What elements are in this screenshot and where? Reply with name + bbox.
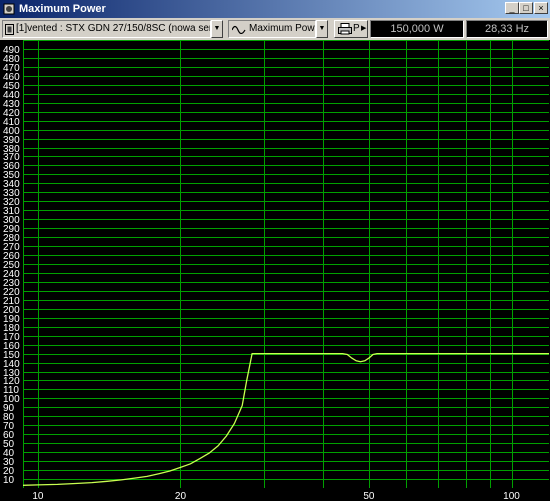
maximize-icon: □ [523, 3, 529, 13]
graph-type-value: Maximum Power [249, 23, 315, 34]
driver-dropdown-button[interactable]: ▼ [211, 20, 223, 38]
chevron-down-icon: ▼ [213, 25, 221, 32]
minimize-icon: _ [509, 3, 515, 13]
power-readout: 150,000 W [370, 20, 464, 38]
maximum-power-chart: 1020304050607080901001101201301401501601… [3, 40, 549, 501]
sine-wave-icon [232, 25, 246, 34]
window-title: Maximum Power [19, 3, 106, 15]
driver-select[interactable]: [1]vented : STX GDN 27/150/8SC (nowa ser… [2, 20, 211, 38]
x-tick-label: 100 [503, 491, 520, 501]
printer-icon [338, 23, 352, 35]
speaker-icon [3, 3, 15, 15]
chevron-right-icon: ▶ [361, 25, 367, 32]
frequency-readout: 28,33 Hz [466, 20, 548, 38]
maximum-power-window: Maximum Power _ □ × [1]vented : STX GDN … [0, 0, 550, 501]
print-label: P [353, 23, 360, 34]
plot-area[interactable]: 10 20 30 40 50 60 70 80 90 100 110 120 130 140 150 160 1… [0, 40, 550, 501]
driver-select-value: [1]vented : STX GDN 27/150/8SC (nowa ser… [16, 23, 211, 34]
graph-type-select[interactable]: Maximum Power [228, 20, 316, 38]
title-bar[interactable]: Maximum Power _ □ × [0, 0, 550, 18]
maximize-button[interactable]: □ [519, 2, 533, 14]
close-button[interactable]: × [534, 2, 548, 14]
x-tick-label: 10 [32, 491, 44, 501]
toolbar: [1]vented : STX GDN 27/150/8SC (nowa ser… [0, 18, 550, 40]
speaker-icon [5, 24, 14, 35]
x-tick-label: 50 [363, 491, 375, 501]
power-curve-line [22, 352, 549, 486]
y-tick-label: 490 [3, 45, 20, 56]
print-button[interactable]: P ▶ [334, 20, 368, 38]
chevron-down-icon: ▼ [318, 25, 326, 32]
close-icon: × [538, 3, 544, 13]
minimize-button[interactable]: _ [505, 2, 519, 14]
graph-type-dropdown-button[interactable]: ▼ [316, 20, 328, 38]
x-tick-label: 20 [175, 491, 187, 501]
